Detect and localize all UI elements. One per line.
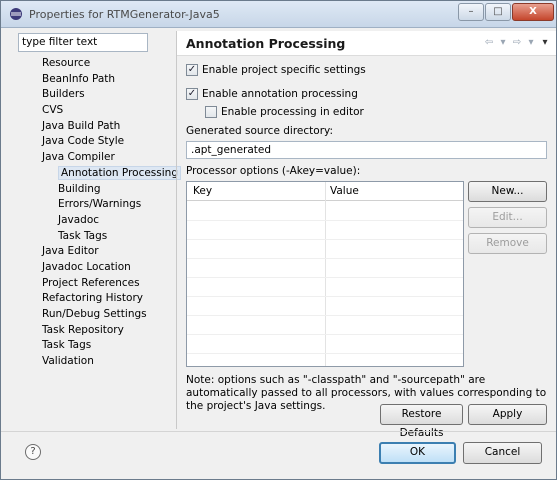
tree-item-java-editor[interactable]: Java Editor bbox=[18, 244, 173, 260]
tree-item-resource[interactable]: Resource bbox=[18, 56, 173, 72]
properties-dialog: Properties for RTMGenerator-Java5 – □ X … bbox=[0, 0, 557, 480]
tree-item-label: Task Repository bbox=[42, 323, 124, 336]
tree-item-task-tags[interactable]: Task Tags bbox=[18, 229, 173, 245]
apply-button[interactable]: Apply bbox=[468, 404, 547, 425]
page-title: Annotation Processing bbox=[186, 36, 346, 51]
tree-item-task-tags[interactable]: Task Tags bbox=[18, 338, 173, 354]
tree-item-builders[interactable]: Builders bbox=[18, 87, 173, 103]
table-grid-line bbox=[187, 239, 463, 240]
table-grid-line bbox=[187, 353, 463, 354]
table-grid-line bbox=[187, 277, 463, 278]
tree-item-label: Java Editor bbox=[42, 245, 99, 258]
column-header-key[interactable]: Key bbox=[193, 185, 212, 197]
history-nav: ⇦ ▾ ⇨ ▾ ▾ bbox=[483, 37, 551, 48]
filter-input[interactable]: type filter text bbox=[18, 33, 148, 52]
minimize-button[interactable]: – bbox=[458, 3, 484, 21]
checkbox-unchecked-icon[interactable] bbox=[205, 106, 217, 118]
tree-item-java-build-path[interactable]: Java Build Path bbox=[18, 119, 173, 135]
generated-dir-label: Generated source directory: bbox=[186, 125, 333, 137]
checkbox-label: Enable processing in editor bbox=[221, 106, 364, 118]
table-grid-line bbox=[187, 220, 463, 221]
back-arrow-icon[interactable]: ⇦ bbox=[483, 37, 495, 48]
tree-item-label: Resource bbox=[42, 57, 91, 69]
enable-project-specific-checkbox[interactable]: ✓ Enable project specific settings bbox=[186, 62, 366, 78]
checkbox-checked-icon[interactable]: ✓ bbox=[186, 64, 198, 76]
column-header-value[interactable]: Value bbox=[330, 185, 359, 197]
ok-button[interactable]: OK bbox=[379, 442, 456, 464]
tree-item-building[interactable]: Building bbox=[18, 182, 173, 198]
preference-tree: Resource BeanInfo Path Builders CVS Java Bui… bbox=[18, 56, 181, 370]
tree-item-label: Builders bbox=[42, 88, 85, 101]
remove-button[interactable]: Remove bbox=[468, 233, 547, 254]
tree-item-label: Building bbox=[58, 182, 101, 195]
forward-dropdown-icon[interactable]: ▾ bbox=[525, 37, 537, 48]
tree-item-beaninfo-path[interactable]: BeanInfo Path bbox=[18, 72, 173, 88]
view-menu-icon[interactable]: ▾ bbox=[539, 37, 551, 48]
tree-item-errors-warnings[interactable]: Errors/Warnings bbox=[18, 197, 173, 213]
footer-separator bbox=[1, 431, 556, 432]
tree-item-label: Validation bbox=[42, 355, 94, 368]
tree-item-project-references[interactable]: Project References bbox=[18, 276, 173, 292]
processor-options-label: Processor options (-Akey=value): bbox=[186, 165, 361, 177]
question-icon[interactable]: ? bbox=[25, 444, 41, 460]
tree-item-label: Errors/Warnings bbox=[58, 198, 142, 211]
sash-divider[interactable] bbox=[176, 31, 177, 429]
tree-item-task-repository[interactable]: Task Repository bbox=[18, 323, 173, 339]
close-button[interactable]: X bbox=[512, 3, 554, 21]
tree-item-label: Task Tags bbox=[42, 339, 92, 352]
tree-item-label: Refactoring History bbox=[42, 292, 143, 305]
column-divider bbox=[325, 182, 326, 366]
checkbox-checked-icon[interactable]: ✓ bbox=[186, 88, 198, 100]
tree-item-label: Annotation Processing bbox=[58, 165, 181, 180]
table-grid-line bbox=[187, 315, 463, 316]
new-button[interactable]: New... bbox=[468, 181, 547, 202]
tree-item-annotation-processing[interactable]: Annotation Processing bbox=[18, 165, 181, 182]
restore-defaults-button[interactable]: Restore Defaults bbox=[380, 404, 463, 439]
processor-options-table[interactable]: Key Value bbox=[186, 181, 464, 367]
tree-item-label: Java Build Path bbox=[42, 119, 121, 132]
tree-item-label: Javadoc bbox=[58, 213, 100, 226]
maximize-button[interactable]: □ bbox=[485, 3, 511, 21]
tree-item-run-debug-settings[interactable]: Run/Debug Settings bbox=[18, 307, 173, 323]
eclipse-icon bbox=[10, 8, 22, 20]
edit-button[interactable]: Edit... bbox=[468, 207, 547, 228]
tree-item-label: Project References bbox=[42, 276, 140, 289]
tree-item-validation[interactable]: Validation bbox=[18, 354, 173, 370]
page-header: Annotation Processing ⇦ ▾ ⇨ ▾ ▾ bbox=[177, 31, 556, 56]
tree-item-label: BeanInfo Path bbox=[42, 72, 116, 85]
tree-item-java-compiler[interactable]: Java Compiler bbox=[18, 150, 173, 166]
checkbox-label: Enable annotation processing bbox=[202, 88, 358, 100]
forward-arrow-icon[interactable]: ⇨ bbox=[511, 37, 523, 48]
tree-item-label: Run/Debug Settings bbox=[42, 308, 147, 320]
tree-item-cvs[interactable]: CVS bbox=[18, 103, 173, 119]
tree-item-javadoc[interactable]: Javadoc bbox=[18, 213, 173, 229]
cancel-button[interactable]: Cancel bbox=[463, 442, 542, 464]
title-bar: Properties for RTMGenerator-Java5 – □ X bbox=[1, 1, 556, 28]
checkbox-label: Enable project specific settings bbox=[202, 64, 366, 76]
tree-item-label: Javadoc Location bbox=[42, 260, 131, 273]
tree-item-javadoc-location[interactable]: Javadoc Location bbox=[18, 260, 173, 276]
table-grid-line bbox=[187, 334, 463, 335]
tree-item-label: CVS bbox=[42, 104, 64, 117]
window-title: Properties for RTMGenerator-Java5 bbox=[29, 8, 220, 21]
enable-processing-in-editor-checkbox[interactable]: Enable processing in editor bbox=[205, 104, 364, 120]
back-dropdown-icon[interactable]: ▾ bbox=[497, 37, 509, 48]
tree-item-label: Task Tags bbox=[58, 229, 108, 242]
window-controls: – □ X bbox=[457, 3, 554, 23]
enable-annotation-processing-checkbox[interactable]: ✓ Enable annotation processing bbox=[186, 86, 358, 102]
tree-item-label: Java Code Style bbox=[42, 135, 125, 148]
tree-item-java-code-style[interactable]: Java Code Style bbox=[18, 134, 173, 150]
tree-item-refactoring-history[interactable]: Refactoring History bbox=[18, 291, 173, 307]
table-grid-line bbox=[187, 296, 463, 297]
table-grid-line bbox=[187, 258, 463, 259]
generated-dir-input[interactable]: .apt_generated bbox=[186, 141, 547, 159]
tree-item-label: Java Compiler bbox=[42, 151, 115, 164]
